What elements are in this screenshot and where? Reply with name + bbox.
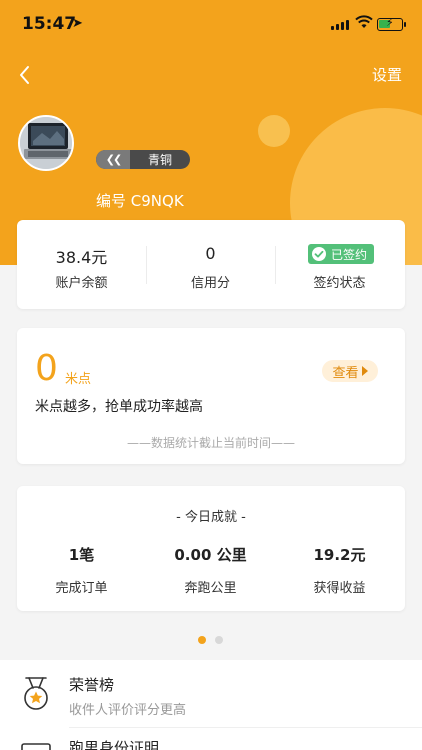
wifi-icon bbox=[355, 15, 373, 28]
rank-badge: ❮❮ 青铜 bbox=[96, 150, 190, 169]
honor-board-title: 荣誉榜 bbox=[69, 676, 115, 694]
id-proof-title: 跑男身份证明 bbox=[69, 739, 160, 750]
decor-bubble-small bbox=[258, 115, 290, 147]
credit-label: 信用分 bbox=[190, 276, 230, 291]
rank-label: 青铜 bbox=[147, 153, 172, 167]
points-description: 米点越多，抢单成功率越高 bbox=[35, 399, 203, 415]
view-points-label: 查看 bbox=[332, 365, 359, 381]
page-dot[interactable] bbox=[215, 636, 223, 644]
account-card: 38.4元 账户余额 0 信用分 签约状态 已签约 bbox=[17, 220, 405, 309]
avatar-laptop-image bbox=[20, 117, 72, 169]
menu-list: 荣誉榜 收件人评价评分更高 跑男身份证明 bbox=[0, 660, 422, 750]
points-note: ——数据统计截止当前时间—— bbox=[126, 436, 295, 450]
orders-stat: 1笔 完成订单 bbox=[17, 544, 146, 596]
points-value: 0 bbox=[35, 348, 58, 389]
distance-stat: 0.00 公里 奔跑公里 bbox=[146, 544, 275, 596]
balance-label: 账户余额 bbox=[55, 276, 108, 291]
signed-badge: 已签约 bbox=[308, 244, 374, 264]
triangle-right-icon bbox=[361, 366, 368, 376]
avatar[interactable] bbox=[18, 115, 74, 171]
list-item-id-proof[interactable]: 跑男身份证明 bbox=[0, 728, 422, 750]
credit-value: 0 bbox=[205, 244, 216, 263]
view-points-button[interactable]: 查看 bbox=[322, 360, 378, 382]
earnings-value: 19.2元 bbox=[313, 546, 366, 564]
today-title: - 今日成就 - bbox=[176, 510, 246, 525]
medal-icon bbox=[24, 677, 48, 710]
settings-button[interactable]: 设置 bbox=[372, 64, 402, 85]
earnings-stat: 19.2元 获得收益 bbox=[275, 544, 404, 596]
distance-value: 0.00 公里 bbox=[174, 546, 247, 564]
id-card-icon bbox=[21, 743, 51, 750]
points-card: 0 米点 查看 米点越多，抢单成功率越高 ——数据统计截止当前时间—— bbox=[17, 328, 405, 464]
list-item-honor-board[interactable]: 荣誉榜 收件人评价评分更高 bbox=[0, 660, 422, 727]
location-arrow-icon: ➤ bbox=[72, 16, 83, 31]
balance-value: 38.4元 bbox=[55, 248, 108, 267]
earnings-label: 获得收益 bbox=[313, 581, 366, 596]
status-time: 15:47 bbox=[22, 14, 77, 34]
balance-item[interactable]: 38.4元 账户余额 bbox=[17, 220, 146, 309]
cellular-signal-icon bbox=[331, 20, 349, 30]
sign-status-item[interactable]: 签约状态 bbox=[275, 220, 404, 309]
back-arrow-icon[interactable] bbox=[12, 60, 42, 90]
battery-icon: ⚡ bbox=[377, 16, 406, 31]
signed-text: 已签约 bbox=[331, 247, 368, 262]
page-indicator bbox=[198, 636, 223, 644]
rank-chevrons-icon: ❮❮ bbox=[96, 150, 130, 169]
points-unit: 米点 bbox=[65, 372, 92, 387]
honor-board-subtitle: 收件人评价评分更高 bbox=[69, 703, 187, 718]
check-circle-icon bbox=[312, 247, 326, 261]
orders-value: 1笔 bbox=[68, 546, 95, 564]
orders-label: 完成订单 bbox=[55, 581, 108, 596]
credit-item[interactable]: 0 信用分 bbox=[146, 220, 275, 309]
page-dot-active[interactable] bbox=[198, 636, 206, 644]
status-bar: 15:47 ➤ ⚡ bbox=[0, 0, 422, 50]
today-achievements-card: - 今日成就 - 1笔 完成订单 0.00 公里 奔跑公里 19.2元 获得收益 bbox=[17, 486, 405, 611]
sign-status-label: 签约状态 bbox=[313, 276, 366, 291]
distance-label: 奔跑公里 bbox=[184, 581, 237, 596]
user-id: 编号 C9NQK bbox=[96, 192, 184, 210]
